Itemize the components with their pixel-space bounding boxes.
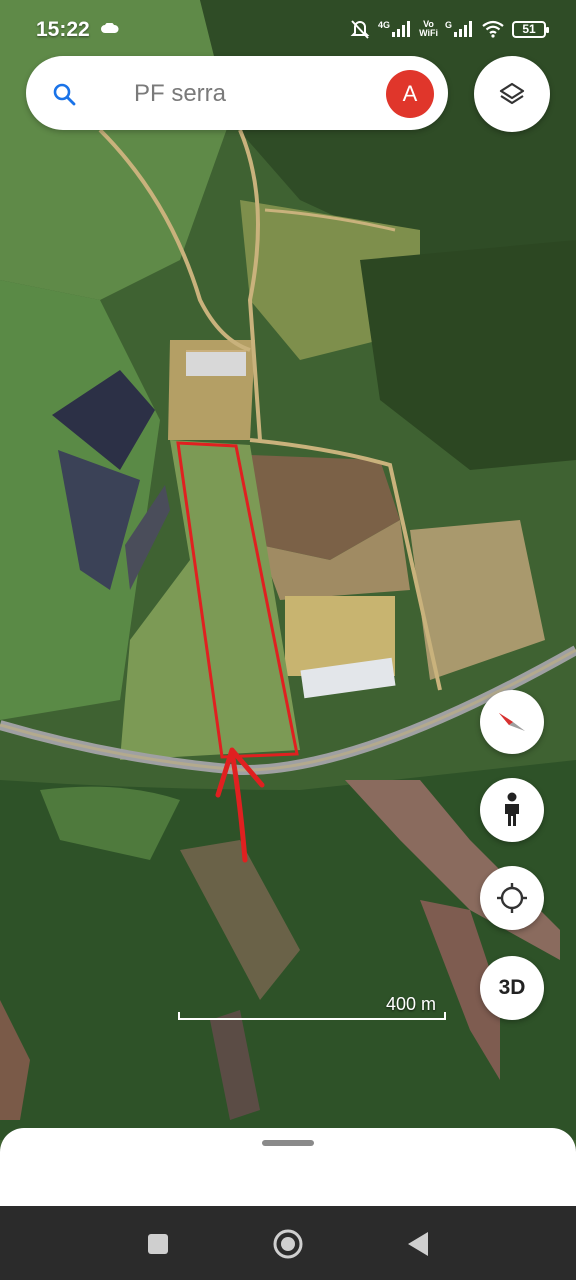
- layers-button[interactable]: [474, 56, 550, 132]
- signal-bars-icon: [392, 21, 411, 37]
- bottom-sheet[interactable]: [0, 1128, 576, 1210]
- cloud-icon: [101, 23, 119, 33]
- drag-handle[interactable]: [262, 1140, 314, 1146]
- map-scale: 400 m: [178, 994, 448, 1024]
- satellite-map[interactable]: [0, 0, 576, 1280]
- clock: 15:22: [36, 18, 90, 41]
- status-icons: 4G Vo WiFi G 51: [349, 16, 549, 42]
- network2-label: G: [444, 20, 452, 30]
- home-button[interactable]: [270, 1226, 306, 1262]
- circle-icon: [273, 1229, 303, 1259]
- recent-apps-button[interactable]: [140, 1226, 176, 1262]
- signal-2: G: [445, 21, 474, 37]
- layers-icon: [499, 82, 525, 105]
- vowifi-indicator: Vo WiFi: [419, 20, 438, 38]
- scale-bar: [178, 1012, 446, 1020]
- signal-bars-icon: [454, 21, 472, 37]
- network-type-label: 4G: [378, 20, 391, 30]
- signal-1: 4G: [378, 21, 412, 37]
- back-triangle-icon: [408, 1232, 428, 1256]
- status-bar: 15:22 4G Vo WiFi G 51: [0, 0, 576, 60]
- compass-button[interactable]: [480, 690, 544, 754]
- search-query[interactable]: PF serra: [134, 80, 226, 108]
- vowifi-bottom: WiFi: [419, 28, 438, 38]
- wifi-icon: [482, 20, 504, 38]
- street-view-button[interactable]: [480, 778, 544, 842]
- search-icon[interactable]: [52, 82, 76, 106]
- battery-indicator: 51: [512, 20, 549, 38]
- back-button[interactable]: [400, 1226, 436, 1262]
- compass-icon: [499, 713, 525, 731]
- search-bar[interactable]: PF serra: [26, 56, 448, 130]
- 3d-button[interactable]: 3D: [480, 956, 544, 1020]
- system-nav-bar: [0, 1206, 576, 1280]
- person-icon: [505, 792, 519, 826]
- square-icon: [148, 1234, 168, 1254]
- crosshair-icon: [497, 883, 527, 913]
- account-avatar[interactable]: A: [386, 70, 434, 118]
- muted-bell-icon: [350, 20, 370, 39]
- my-location-button[interactable]: [480, 866, 544, 930]
